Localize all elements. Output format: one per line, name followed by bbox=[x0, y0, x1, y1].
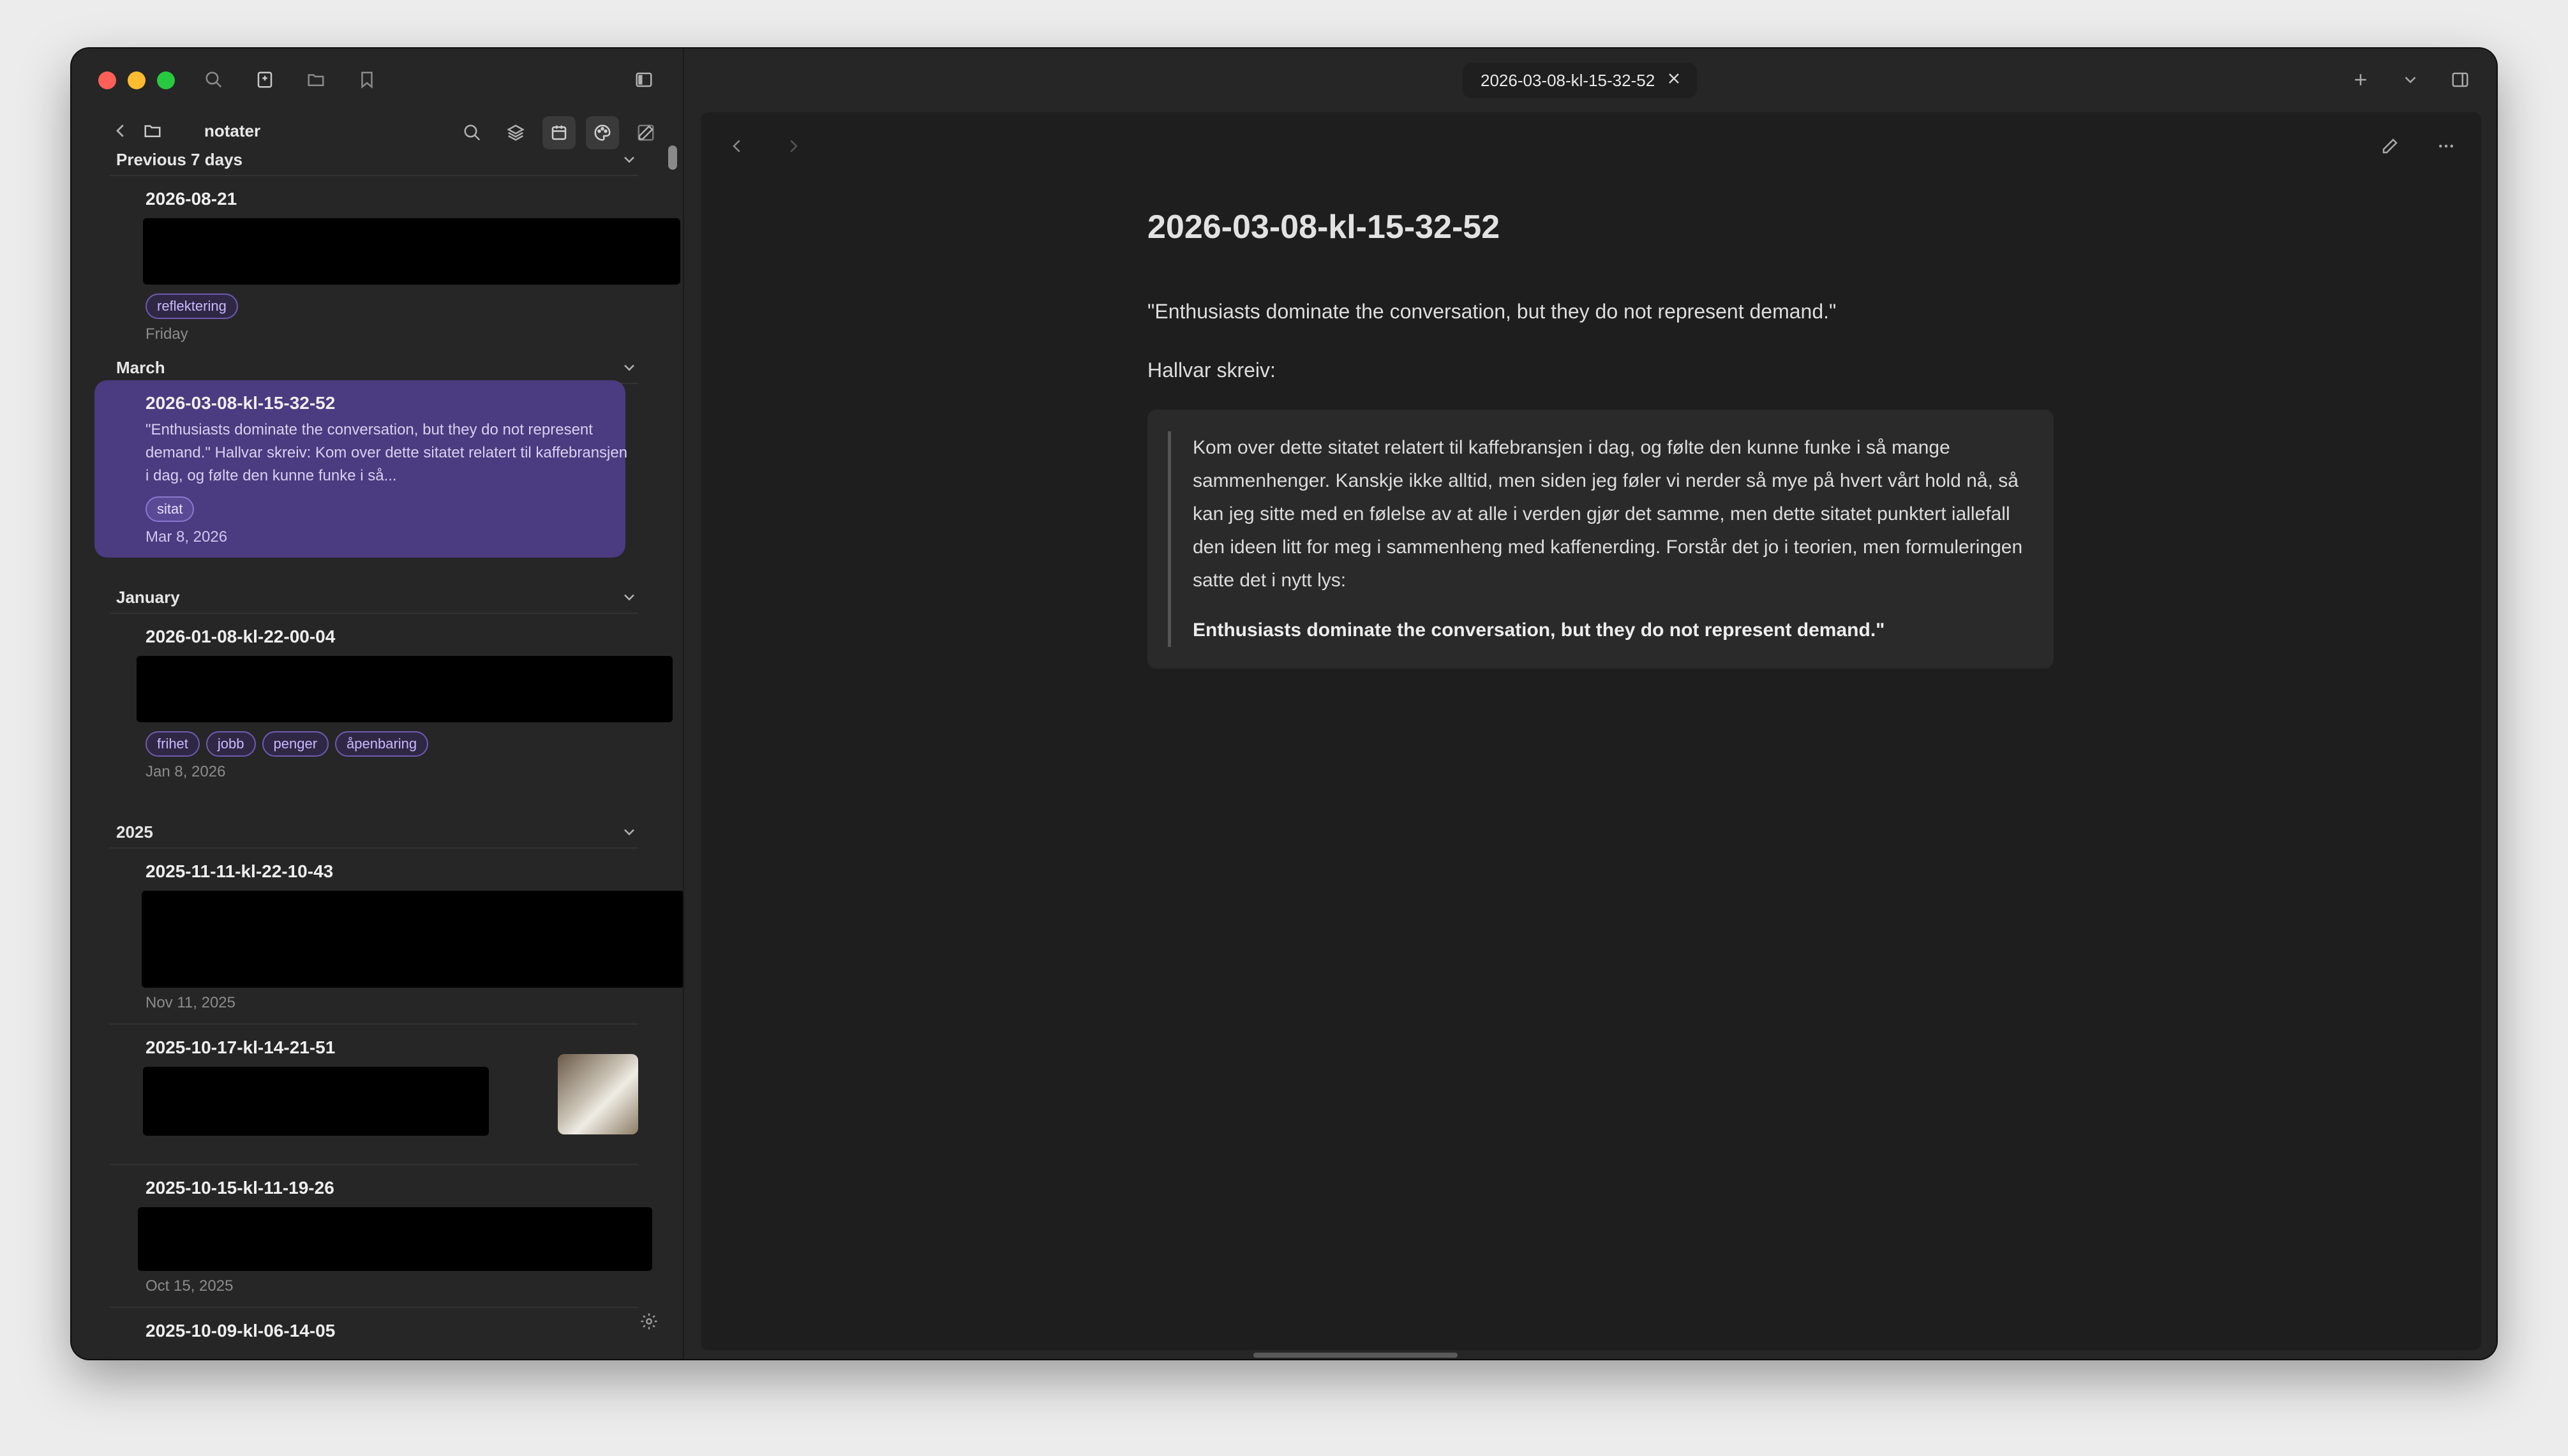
list-item[interactable]: 2025-10-17-kl-14-21-51 bbox=[110, 1025, 638, 1165]
quote-line: "Enthusiasts dominate the conversation, … bbox=[1147, 300, 1837, 323]
window-controls bbox=[98, 71, 175, 89]
blockquote: Kom over dette sitatet relatert til kaff… bbox=[1168, 431, 2031, 647]
horizontal-scrollbar[interactable] bbox=[1253, 1353, 1458, 1358]
plus-icon[interactable] bbox=[2350, 69, 2371, 91]
chevron-left-icon[interactable] bbox=[726, 135, 748, 157]
note-date: Oct 15, 2025 bbox=[146, 1277, 234, 1295]
chevron-down-icon[interactable] bbox=[2400, 69, 2421, 91]
section-header[interactable]: March bbox=[110, 352, 638, 384]
note-title: 2026-01-08-kl-22-00-04 bbox=[146, 627, 336, 646]
note-date: Mar 8, 2026 bbox=[146, 528, 228, 546]
main-pane: 2026-03-08-kl-15-32-52 2026-03-08-kl-15-… bbox=[684, 48, 2497, 1359]
folder-icon[interactable] bbox=[305, 69, 327, 91]
note-title: 2026-08-21 bbox=[146, 189, 237, 209]
redacted-preview bbox=[143, 1067, 489, 1136]
chevron-left-icon[interactable] bbox=[110, 120, 131, 142]
section-label: January bbox=[116, 587, 180, 607]
right-sidebar-toggle-icon[interactable] bbox=[2449, 69, 2471, 91]
note-title: 2025-10-15-kl-11-19-26 bbox=[146, 1178, 334, 1198]
note-snippet: "Enthusiasts dominate the conversation, … bbox=[146, 421, 628, 484]
minimize-window-button[interactable] bbox=[128, 71, 146, 89]
section-header[interactable]: January bbox=[110, 582, 638, 614]
tag-chip[interactable]: åpenbaring bbox=[335, 731, 429, 757]
list-item[interactable]: 2025-11-11-kl-22-10-43 Nov 11, 2025 bbox=[110, 849, 683, 1025]
app-window: notater Previous 7 days 2026-08-21 refle… bbox=[71, 48, 2497, 1359]
chevron-right-icon[interactable] bbox=[782, 135, 804, 157]
note-list: Previous 7 days 2026-08-21 reflektering … bbox=[71, 144, 683, 1353]
folder-icon bbox=[142, 120, 163, 142]
note-date: Nov 11, 2025 bbox=[146, 994, 235, 1011]
sidebar: notater Previous 7 days 2026-08-21 refle… bbox=[71, 48, 684, 1359]
note-title: 2025-10-09-kl-06-14-05 bbox=[146, 1321, 336, 1341]
tab-label: 2026-03-08-kl-15-32-52 bbox=[1481, 70, 1655, 90]
zoom-window-button[interactable] bbox=[157, 71, 175, 89]
list-item[interactable]: 2025-10-15-kl-11-19-26 Oct 15, 2025 bbox=[110, 1165, 652, 1308]
chevron-down-icon[interactable] bbox=[620, 823, 638, 841]
section-january: January 2026-01-08-kl-22-00-04 frihet jo… bbox=[71, 582, 683, 792]
tag-chip[interactable]: frihet bbox=[146, 731, 200, 757]
note-content[interactable]: 2026-03-08-kl-15-32-52 "Enthusiasts domi… bbox=[1147, 208, 2054, 669]
redacted-preview bbox=[143, 218, 680, 285]
note-date: Jan 8, 2026 bbox=[146, 763, 226, 780]
list-item[interactable]: 2026-01-08-kl-22-00-04 frihet jobb penge… bbox=[110, 614, 673, 792]
gear-icon[interactable] bbox=[638, 1311, 660, 1332]
search-icon[interactable] bbox=[203, 69, 225, 91]
list-item[interactable]: 2026-08-21 reflektering Friday bbox=[110, 176, 680, 343]
redacted-preview bbox=[142, 891, 683, 988]
section-2025: 2025 2025-11-11-kl-22-10-43 Nov 11, 2025… bbox=[71, 817, 683, 1353]
note-title: 2026-03-08-kl-15-32-52 bbox=[146, 393, 336, 413]
section-label: 2025 bbox=[116, 822, 153, 842]
chevron-down-icon[interactable] bbox=[620, 588, 638, 606]
tab-active-note[interactable]: 2026-03-08-kl-15-32-52 bbox=[1463, 63, 1698, 98]
tab-bar: 2026-03-08-kl-15-32-52 bbox=[684, 48, 2497, 112]
section-label: March bbox=[116, 357, 165, 377]
note-date: Friday bbox=[146, 325, 188, 343]
tag-chip[interactable]: sitat bbox=[146, 496, 195, 522]
section-march: March 2026-03-08-kl-15-32-52 "Enthusiast… bbox=[71, 352, 683, 558]
sidebar-toggle-icon[interactable] bbox=[633, 69, 655, 91]
blockquote-bold-text: Enthusiasts dominate the conversation, b… bbox=[1193, 620, 1885, 641]
section-label: Previous 7 days bbox=[116, 149, 243, 169]
bookmark-icon[interactable] bbox=[356, 69, 378, 91]
blockquote-callout: Kom over dette sitatet relatert til kaff… bbox=[1147, 410, 2054, 669]
author-line: Hallvar skreiv: bbox=[1147, 359, 1276, 382]
tag-chip[interactable]: penger bbox=[262, 731, 329, 757]
chevron-down-icon[interactable] bbox=[620, 359, 638, 376]
tag-chip[interactable]: reflektering bbox=[146, 293, 238, 319]
note-thumbnail bbox=[558, 1054, 638, 1134]
note-title: 2026-03-08-kl-15-32-52 bbox=[1147, 209, 1500, 246]
close-window-button[interactable] bbox=[98, 71, 116, 89]
redacted-preview bbox=[138, 1207, 652, 1271]
note-title: 2025-11-11-kl-22-10-43 bbox=[146, 861, 334, 881]
section-header[interactable]: Previous 7 days bbox=[110, 144, 638, 176]
redacted-preview bbox=[137, 656, 673, 722]
tag-chip[interactable]: jobb bbox=[205, 731, 256, 757]
pencil-icon[interactable] bbox=[2379, 135, 2401, 157]
chevron-down-icon[interactable] bbox=[620, 151, 638, 168]
close-icon[interactable] bbox=[1666, 71, 1682, 91]
vault-name[interactable]: notater bbox=[204, 121, 260, 141]
section-header[interactable]: 2025 bbox=[110, 817, 638, 849]
list-item[interactable]: 2025-10-09-kl-06-14-05 bbox=[110, 1308, 638, 1353]
more-options-icon[interactable] bbox=[2435, 135, 2457, 157]
notes-view-icon[interactable] bbox=[254, 69, 276, 91]
blockquote-text: Kom over dette sitatet relatert til kaff… bbox=[1193, 437, 2023, 591]
section-previous-7-days: Previous 7 days 2026-08-21 reflektering … bbox=[71, 144, 683, 343]
list-item-selected[interactable]: 2026-03-08-kl-15-32-52 "Enthusiasts domi… bbox=[94, 380, 627, 558]
note-editor[interactable]: 2026-03-08-kl-15-32-52 "Enthusiasts domi… bbox=[701, 112, 2481, 1350]
